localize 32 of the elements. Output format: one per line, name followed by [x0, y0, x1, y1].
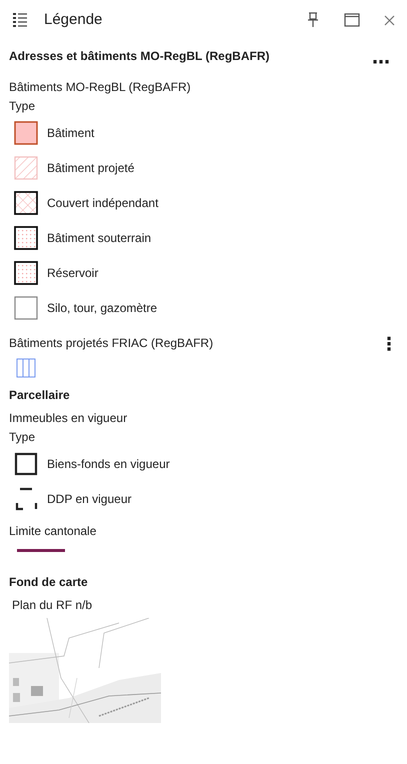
outline-symbol — [13, 294, 39, 320]
section-title: Fond de carte — [9, 574, 88, 590]
more-options-button[interactable]: ⋯ — [372, 54, 390, 72]
square-outline-symbol — [13, 450, 39, 476]
dotted-symbol — [13, 260, 39, 286]
maximize-icon[interactable] — [344, 13, 360, 27]
legend-label: Couvert indépendant — [47, 194, 158, 212]
legend-label: Réservoir — [47, 264, 98, 282]
close-icon[interactable] — [384, 14, 395, 26]
section-title: Parcellaire — [9, 387, 70, 403]
pin-icon[interactable] — [306, 12, 320, 28]
layer-name: Limite cantonale — [9, 523, 96, 539]
legend-label: Bâtiment projeté — [47, 160, 134, 176]
hatched-symbol — [13, 154, 39, 180]
legend-label: Biens-fonds en vigueur — [47, 456, 170, 472]
type-label: Type — [9, 98, 36, 114]
legend-label: Bâtiment souterrain — [47, 230, 152, 246]
dotted-symbol — [13, 224, 39, 250]
building-symbol — [13, 120, 39, 146]
layer-name: Plan du RF n/b — [11, 597, 92, 613]
legend-label: DDP en vigueur — [47, 490, 132, 508]
type-label: Type — [9, 429, 36, 445]
legend-label: Silo, tour, gazomètre — [47, 300, 158, 316]
section-title: Adresses et bâtiments MO-RegBL (RegBAFR) — [9, 48, 270, 64]
layer-name: Immeubles en vigueur — [9, 410, 128, 426]
layer-name: Bâtiments MO-RegBL (RegBAFR) — [9, 79, 191, 95]
panel-title: Légende — [44, 10, 102, 30]
legend-label: Bâtiment — [47, 124, 94, 142]
legend-list-icon — [12, 12, 28, 28]
crosshatch-symbol — [13, 190, 39, 216]
more-options-button[interactable]: ⋮ — [380, 336, 398, 354]
layer-name: Bâtiments projetés FRIAC (RegBAFR) — [9, 335, 214, 351]
